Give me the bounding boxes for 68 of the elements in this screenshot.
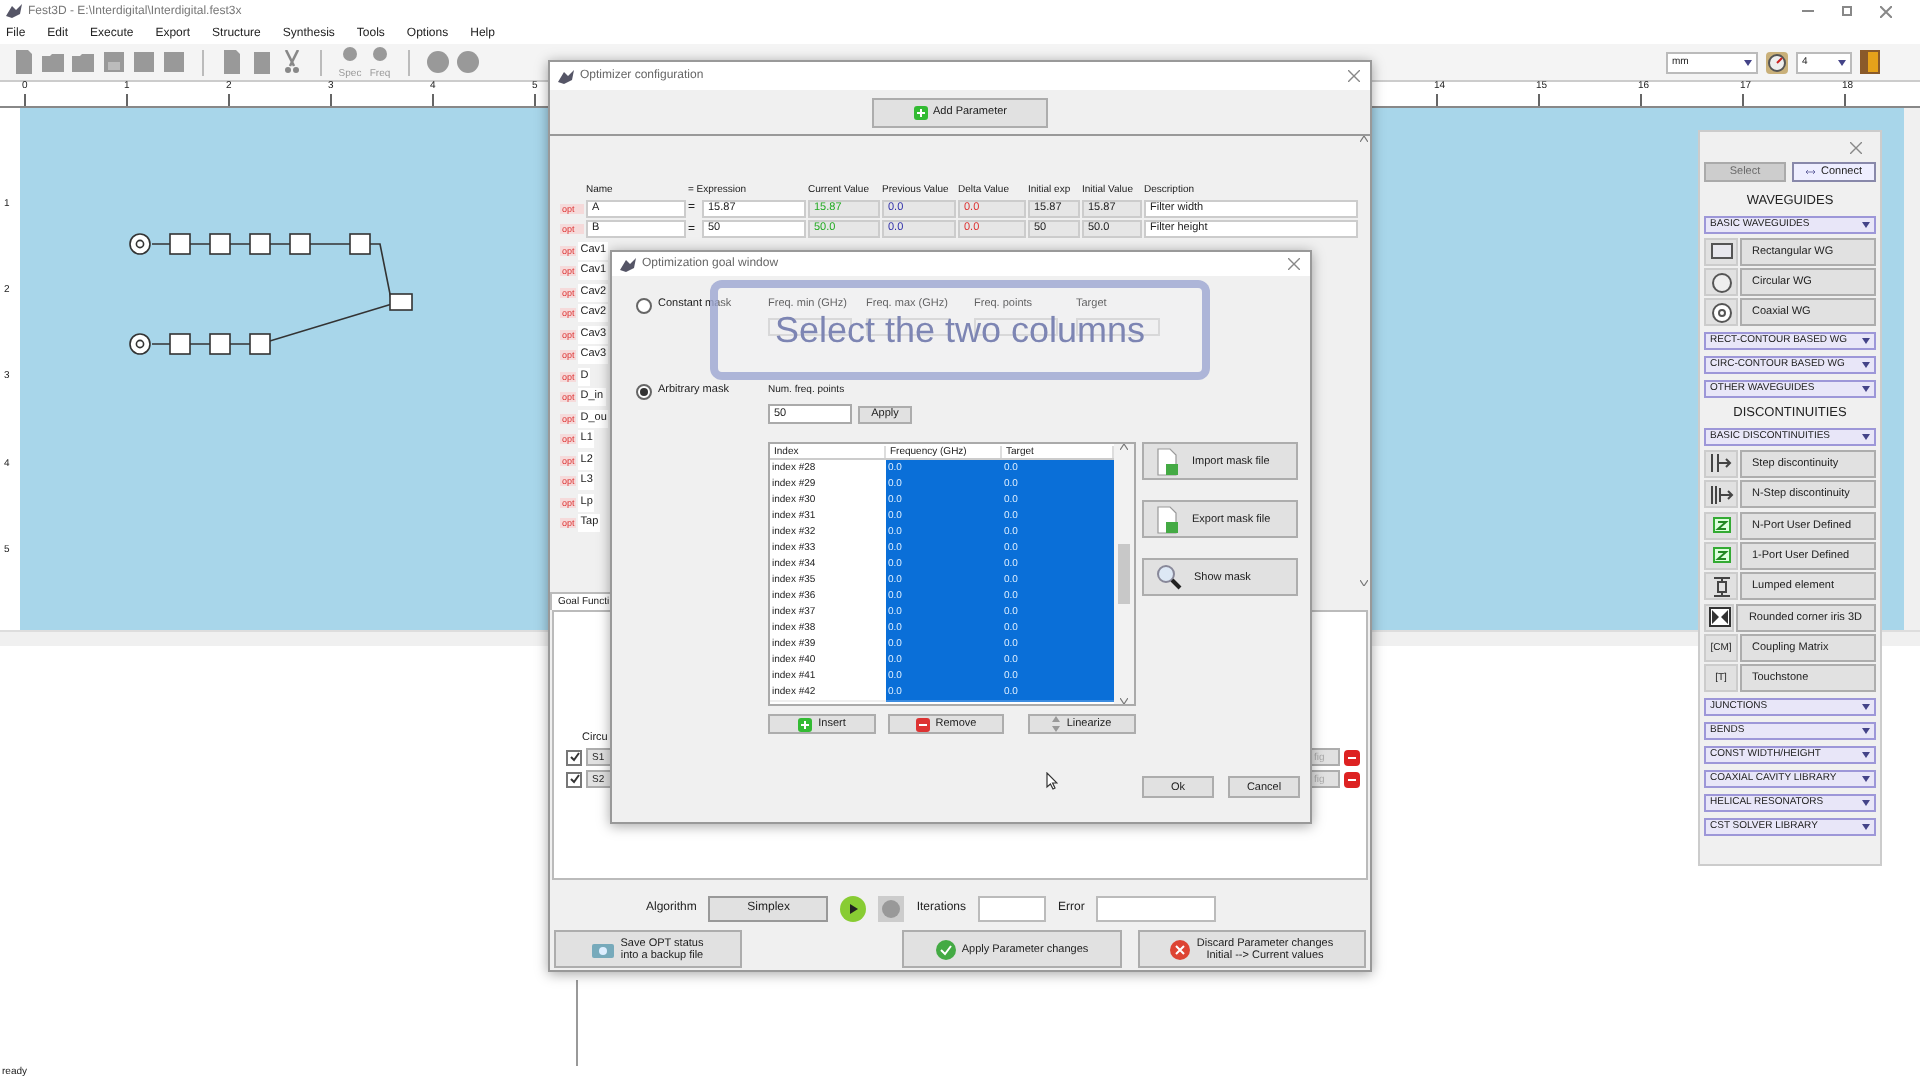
app-logo-icon [6,4,22,18]
lumped-element-icon [1709,575,1733,598]
scroll-up-icon[interactable] [1360,136,1368,142]
minus-icon [915,717,930,731]
close-icon[interactable] [1348,70,1360,82]
checkbox[interactable] [566,749,582,765]
app-logo-icon [620,257,636,271]
scroll-up-icon[interactable] [1120,444,1128,450]
caret-icon [1862,799,1870,806]
iterations-field[interactable] [978,895,1047,921]
checkmark-icon [935,939,956,959]
magnifier-icon [1156,564,1182,590]
circle-icon[interactable] [456,50,480,74]
caret-icon [1862,775,1870,782]
circle-icon [1709,271,1733,294]
close-icon[interactable] [1880,5,1892,17]
circle-icon[interactable] [426,50,450,74]
caret-icon [1862,337,1870,344]
document-icon [1156,447,1180,475]
caret-icon [1744,59,1752,65]
caret-icon [1862,433,1870,440]
caret-icon [1862,221,1870,227]
book-icon[interactable] [1860,50,1880,74]
caret-icon [1862,361,1870,368]
caret-icon [1862,751,1870,758]
caret-icon [1862,385,1870,392]
remove-icon[interactable] [1344,771,1360,787]
folder-icon[interactable] [72,50,96,74]
error-field[interactable] [1096,895,1217,921]
port-block-icon [1709,544,1733,567]
checkbox[interactable] [566,771,582,787]
save-icon[interactable] [102,50,126,74]
close-icon[interactable] [1850,141,1862,153]
plus-icon [913,105,927,119]
rectangle-icon [1709,240,1733,263]
document-icon [1156,505,1180,533]
iris-icon [1707,606,1732,629]
scroll-down-icon[interactable] [1120,698,1128,704]
caret-icon [1838,59,1846,65]
clipboard-icon[interactable] [250,50,274,74]
scroll-down-icon[interactable] [1360,580,1368,586]
caret-icon [1862,703,1870,710]
cancel-icon [1170,939,1191,959]
step-icon [1709,452,1733,475]
port-block-icon [1709,514,1733,537]
radio-button[interactable] [636,298,652,314]
coaxial-icon [1709,301,1733,324]
document-icon[interactable] [12,50,36,74]
remove-icon[interactable] [1344,749,1360,765]
caret-icon [1862,823,1870,830]
multi-step-icon [1709,483,1733,506]
arrow-icon [1806,168,1815,176]
plus-icon [798,717,813,731]
scrollbar[interactable] [1904,108,1920,630]
scissors-icon[interactable] [280,50,304,74]
close-icon[interactable] [1288,258,1300,270]
caret-icon [1862,727,1870,734]
gauge-icon[interactable] [1766,51,1788,73]
scrollbar-thumb[interactable] [1118,544,1130,604]
up-down-arrow-icon [1052,716,1061,732]
play-icon[interactable] [840,895,867,921]
radio-button[interactable] [636,384,652,400]
mouse-cursor-icon [1046,772,1058,790]
folder-icon[interactable] [42,50,66,74]
camera-icon [592,940,615,958]
document-icon[interactable] [220,50,244,74]
maximize-icon[interactable] [1842,6,1852,16]
stop-icon[interactable] [878,895,905,921]
